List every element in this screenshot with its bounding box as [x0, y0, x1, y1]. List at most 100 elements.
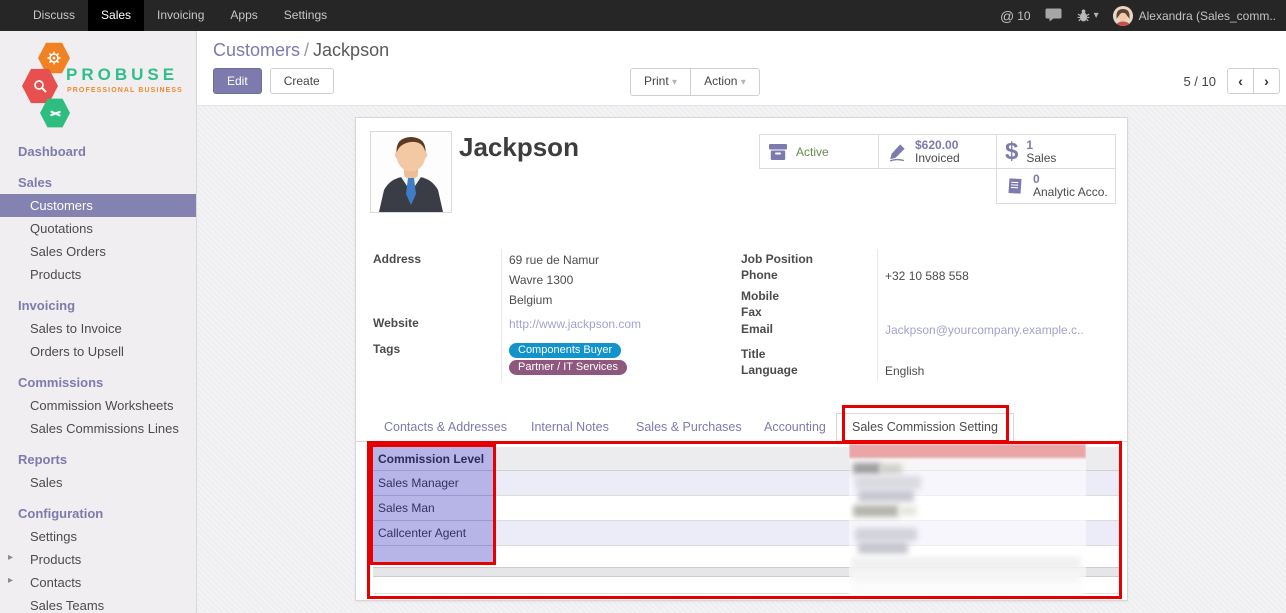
- menu-sales[interactable]: Sales: [88, 0, 144, 31]
- debug-menu[interactable]: ▾: [1076, 8, 1099, 23]
- user-avatar: [1113, 6, 1133, 26]
- website-link[interactable]: http://www.jackpson.com: [509, 317, 641, 331]
- sidebar-item-config-contacts[interactable]: ▸Contacts: [0, 571, 196, 594]
- field-divider: [501, 249, 502, 381]
- column-header-commission-level[interactable]: Commission Level: [373, 447, 493, 471]
- sidebar-item-commission-worksheets[interactable]: Commission Worksheets: [0, 394, 196, 417]
- pager-previous-button[interactable]: ‹: [1227, 68, 1254, 94]
- sidebar-section-dashboard[interactable]: Dashboard: [0, 139, 196, 163]
- address-line3: Belgium: [509, 293, 552, 307]
- messages-icon[interactable]: [1045, 7, 1062, 25]
- notebook-tabs: Contacts & Addresses Internal Notes Sale…: [356, 413, 1127, 442]
- triangle-right-icon: ▸: [8, 552, 13, 563]
- mobile-label: Mobile: [741, 289, 779, 303]
- job-position-label: Job Position: [741, 252, 813, 266]
- sidebar-item-sales-orders[interactable]: Sales Orders: [0, 240, 196, 263]
- sidebar-section-commissions[interactable]: Commissions: [0, 370, 196, 394]
- sidebar-item-config-products[interactable]: ▸Products: [0, 548, 196, 571]
- pager-buttons: ‹ ›: [1227, 68, 1280, 94]
- breadcrumb-customers[interactable]: Customers: [213, 40, 300, 60]
- pager-value: 5 / 10: [1183, 74, 1216, 89]
- sales-stat-button[interactable]: $ 1Sales: [996, 134, 1116, 169]
- breadcrumb-separator: /: [300, 40, 313, 60]
- archive-icon: [768, 142, 788, 161]
- sales-count-value: 1: [1026, 139, 1056, 152]
- invoiced-label: Invoiced: [915, 152, 960, 165]
- caret-down-icon: ▾: [741, 77, 746, 88]
- logo-title: PROBUSE: [66, 65, 178, 85]
- tab-sales-purchases[interactable]: Sales & Purchases: [621, 413, 757, 442]
- cell-callcenter-agent[interactable]: Callcenter Agent: [373, 521, 493, 546]
- caret-down-icon: ▾: [672, 77, 677, 88]
- customer-photo[interactable]: [370, 131, 452, 213]
- tab-accounting[interactable]: Accounting: [749, 413, 841, 442]
- sidebar-item-reports-sales[interactable]: Sales: [0, 471, 196, 494]
- print-action-group: Print ▾ Action ▾: [630, 68, 760, 96]
- sidebar-section-configuration[interactable]: Configuration: [0, 501, 196, 525]
- probuse-logo: PROBUSE PROFESSIONAL BUSINESS: [14, 41, 184, 121]
- active-stat-button[interactable]: Active: [759, 134, 879, 169]
- menu-discuss[interactable]: Discuss: [20, 0, 88, 31]
- sidebar-item-orders-to-upsell[interactable]: Orders to Upsell: [0, 340, 196, 363]
- dollar-icon: $: [1005, 140, 1018, 164]
- print-button[interactable]: Print ▾: [630, 68, 691, 96]
- sidebar-item-sales-commissions-lines[interactable]: Sales Commissions Lines: [0, 417, 196, 440]
- caret-down-icon: ▾: [1094, 10, 1099, 21]
- invoiced-stat-button[interactable]: $620.00Invoiced: [878, 134, 997, 169]
- create-button[interactable]: Create: [270, 68, 334, 94]
- pager-next-button[interactable]: ›: [1253, 68, 1280, 94]
- tab-sales-commission-setting[interactable]: Sales Commission Setting: [836, 413, 1014, 443]
- sidebar-item-customers[interactable]: Customers: [0, 194, 196, 217]
- website-label: Website: [373, 316, 419, 330]
- commission-level-column: Commission Level Sales Manager Sales Man…: [373, 447, 493, 562]
- menu-apps[interactable]: Apps: [217, 0, 270, 31]
- action-button[interactable]: Action ▾: [690, 68, 760, 96]
- menu-invoicing[interactable]: Invoicing: [144, 0, 217, 31]
- field-divider: [877, 249, 878, 381]
- bug-icon: [1076, 8, 1091, 23]
- tab-internal-notes[interactable]: Internal Notes: [516, 413, 624, 442]
- breadcrumb-current: Jackpson: [313, 40, 389, 60]
- address-line2: Wavre 1300: [509, 273, 573, 287]
- app-menu: Discuss Sales Invoicing Apps Settings: [0, 0, 340, 31]
- analytic-stat-button[interactable]: 0Analytic Acco...: [996, 168, 1116, 204]
- title-label: Title: [741, 347, 765, 361]
- sidebar-item-sales-teams[interactable]: Sales Teams: [0, 594, 196, 613]
- sidebar-section-invoicing[interactable]: Invoicing: [0, 293, 196, 317]
- chevron-right-icon: ›: [1264, 73, 1269, 89]
- tag-components-buyer[interactable]: Components Buyer: [509, 343, 621, 358]
- tags-label: Tags: [373, 342, 400, 356]
- logo-subtitle: PROFESSIONAL BUSINESS: [67, 87, 183, 94]
- tab-contacts-addresses[interactable]: Contacts & Addresses: [369, 413, 522, 442]
- email-link[interactable]: Jackpson@yourcompany.example.c..: [885, 323, 1084, 337]
- tag-partner-it-services[interactable]: Partner / IT Services: [509, 360, 627, 375]
- businessman-avatar-icon: [371, 132, 451, 212]
- systray: @ 10 ▾ Alexandra (Sales_comm..: [1000, 6, 1286, 26]
- customer-name: Jackpson: [459, 132, 579, 163]
- language-value: English: [885, 364, 924, 378]
- edit-button[interactable]: Edit: [213, 68, 262, 94]
- sidebar-item-products[interactable]: Products: [0, 263, 196, 286]
- address-label: Address: [373, 252, 421, 266]
- mentions-button[interactable]: @ 10: [1000, 8, 1031, 24]
- at-icon: @: [1000, 8, 1014, 24]
- cell-sales-manager[interactable]: Sales Manager: [373, 471, 493, 496]
- invoiced-value: $620.00: [915, 139, 960, 152]
- redacted-commission-values: [849, 444, 1086, 598]
- menu-settings[interactable]: Settings: [271, 0, 340, 31]
- user-menu[interactable]: Alexandra (Sales_comm..: [1113, 6, 1276, 26]
- sidebar-item-settings[interactable]: Settings: [0, 525, 196, 548]
- sidebar-section-sales[interactable]: Sales: [0, 170, 196, 194]
- screen: Discuss Sales Invoicing Apps Settings @ …: [0, 0, 1286, 613]
- breadcrumb: Customers/Jackpson: [213, 40, 389, 61]
- sidebar-section-reports[interactable]: Reports: [0, 447, 196, 471]
- user-name: Alexandra (Sales_comm..: [1139, 9, 1276, 23]
- record-sheet: Jackpson Active $620.00Invoiced $ 1Sales…: [355, 117, 1128, 601]
- sidebar-item-quotations[interactable]: Quotations: [0, 217, 196, 240]
- cell-sales-man[interactable]: Sales Man: [373, 496, 493, 521]
- active-status-label: Active: [796, 145, 829, 159]
- sidebar-item-sales-to-invoice[interactable]: Sales to Invoice: [0, 317, 196, 340]
- cell-empty: [373, 546, 493, 562]
- mention-count: 10: [1017, 9, 1030, 23]
- chevron-left-icon: ‹: [1238, 73, 1243, 89]
